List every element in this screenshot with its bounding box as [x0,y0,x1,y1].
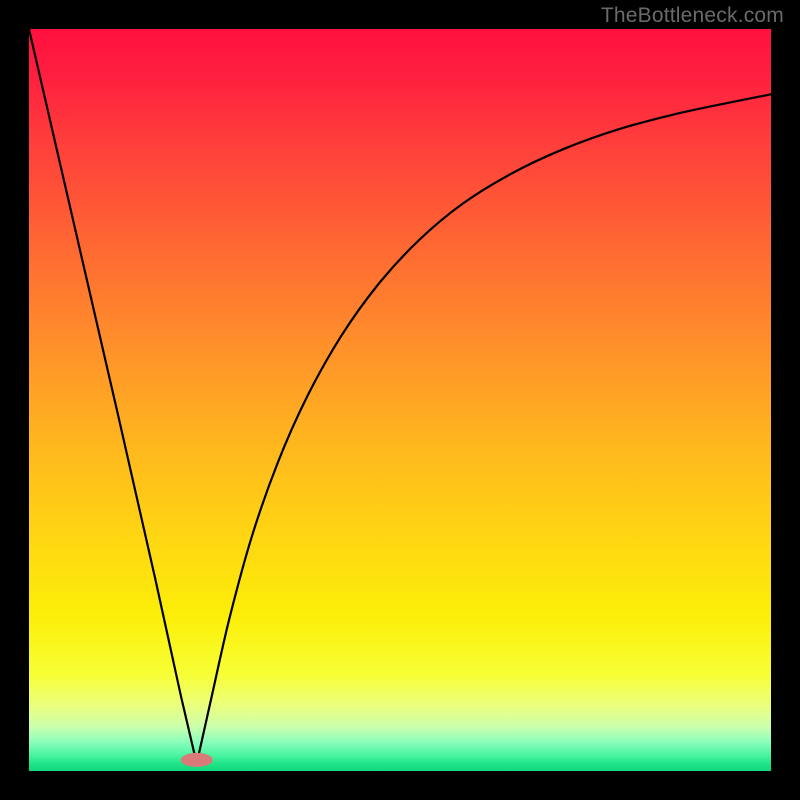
chart-svg [29,29,771,771]
watermark-label: TheBottleneck.com [601,4,784,28]
curve-left-segment [29,29,197,764]
plot-area [29,29,771,771]
chart-frame: TheBottleneck.com [0,0,800,800]
curve-right-segment [197,94,771,763]
minimum-marker [181,753,213,767]
